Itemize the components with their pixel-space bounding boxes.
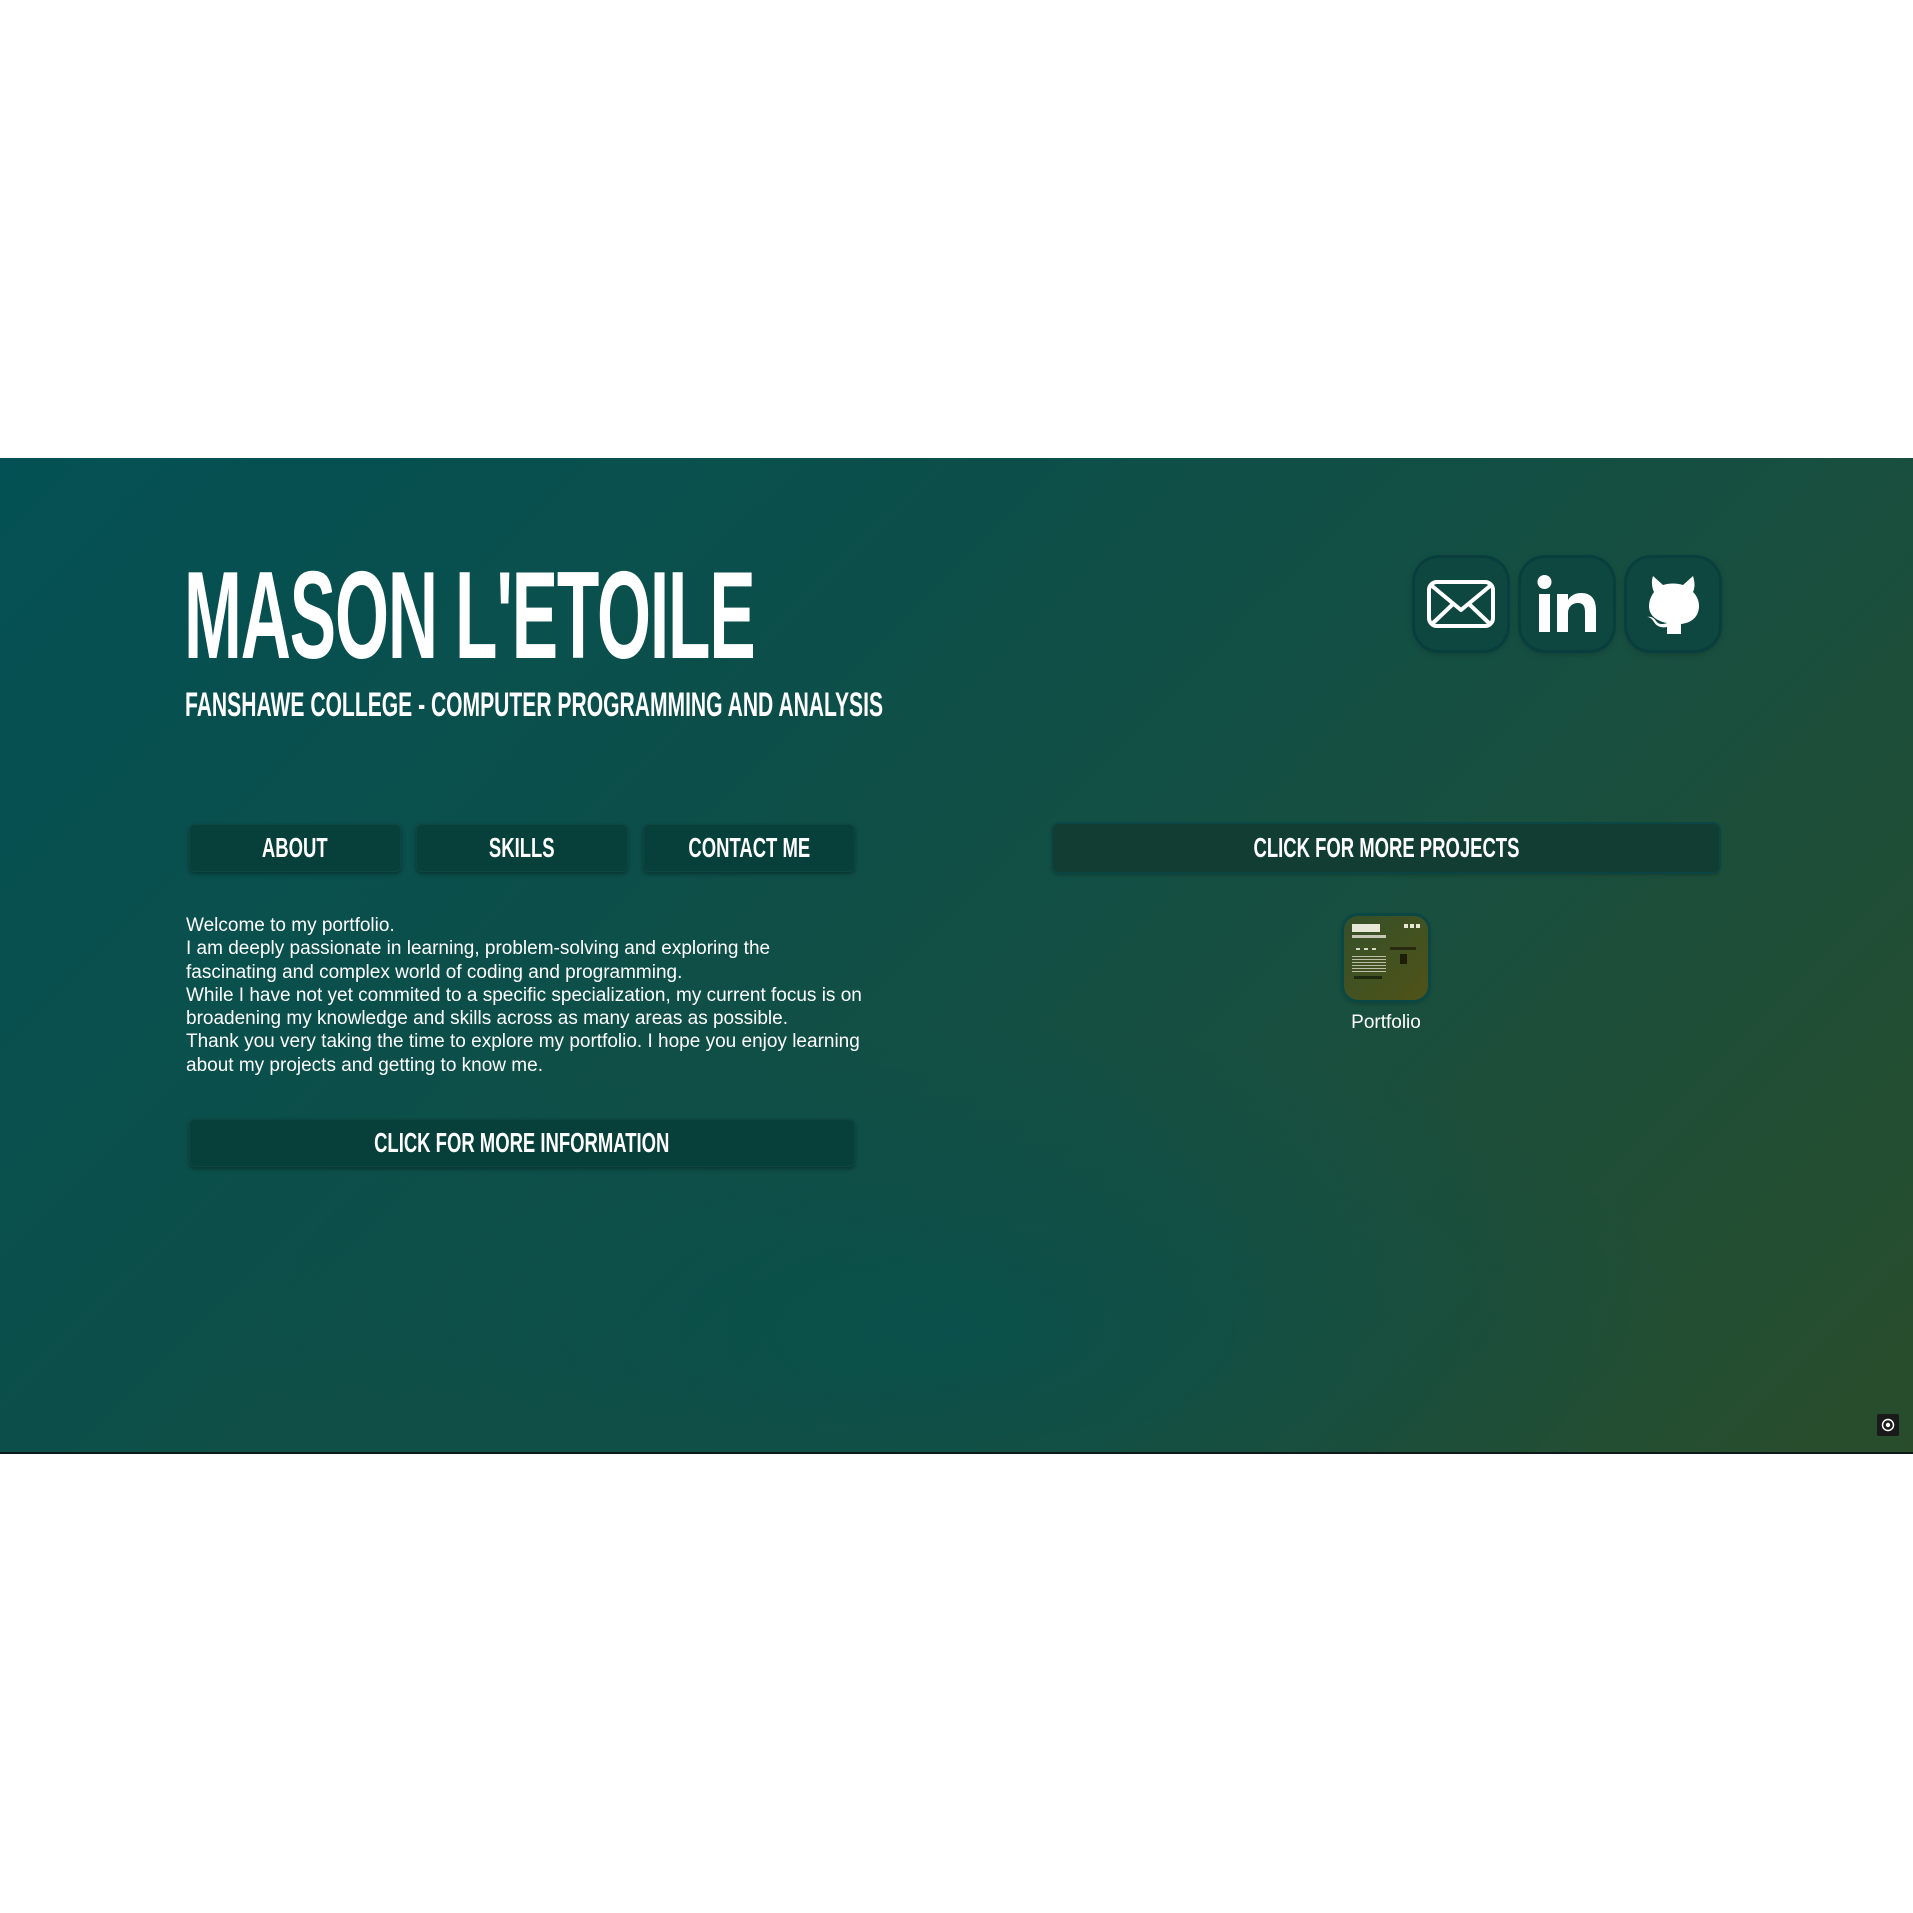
- contact-button-label: CONTACT ME: [688, 832, 810, 863]
- settings-icon[interactable]: [1877, 1414, 1899, 1436]
- about-line: I am deeply passionate in learning, prob…: [186, 938, 771, 983]
- about-line: Thank you very taking the time to explor…: [186, 1031, 860, 1076]
- linkedin-icon: [1535, 574, 1599, 634]
- about-button-label: ABOUT: [262, 832, 328, 863]
- more-projects-label: CLICK FOR MORE PROJECTS: [1253, 832, 1519, 863]
- skills-button[interactable]: SKILLS: [416, 824, 628, 872]
- more-info-label: CLICK FOR MORE INFORMATION: [374, 1127, 670, 1158]
- envelope-icon: [1426, 578, 1496, 630]
- about-line: Welcome to my portfolio.: [186, 915, 395, 936]
- more-projects-button[interactable]: CLICK FOR MORE PROJECTS: [1053, 824, 1719, 872]
- page-title: MASON L'ETOILE: [184, 547, 756, 685]
- project-thumbnail[interactable]: [1344, 916, 1428, 1000]
- about-line: While I have not yet commited to a speci…: [186, 984, 862, 1030]
- github-button[interactable]: [1627, 558, 1719, 650]
- skills-button-label: SKILLS: [489, 832, 555, 863]
- github-icon: [1643, 572, 1703, 636]
- about-button[interactable]: ABOUT: [189, 824, 401, 872]
- portfolio-viewport: MASON L'ETOILE FANSHAWE COLLEGE - COMPUT…: [0, 458, 1913, 1454]
- about-text: Welcome to my portfolio. I am deeply pas…: [186, 914, 866, 1077]
- more-info-button[interactable]: CLICK FOR MORE INFORMATION: [189, 1119, 855, 1167]
- page-subtitle: FANSHAWE COLLEGE - COMPUTER PROGRAMMING …: [185, 686, 884, 724]
- contact-button[interactable]: CONTACT ME: [643, 824, 855, 872]
- email-button[interactable]: [1415, 558, 1507, 650]
- project-card-portfolio[interactable]: Portfolio: [1330, 916, 1442, 1034]
- project-label: Portfolio: [1351, 1012, 1421, 1033]
- linkedin-button[interactable]: [1521, 558, 1613, 650]
